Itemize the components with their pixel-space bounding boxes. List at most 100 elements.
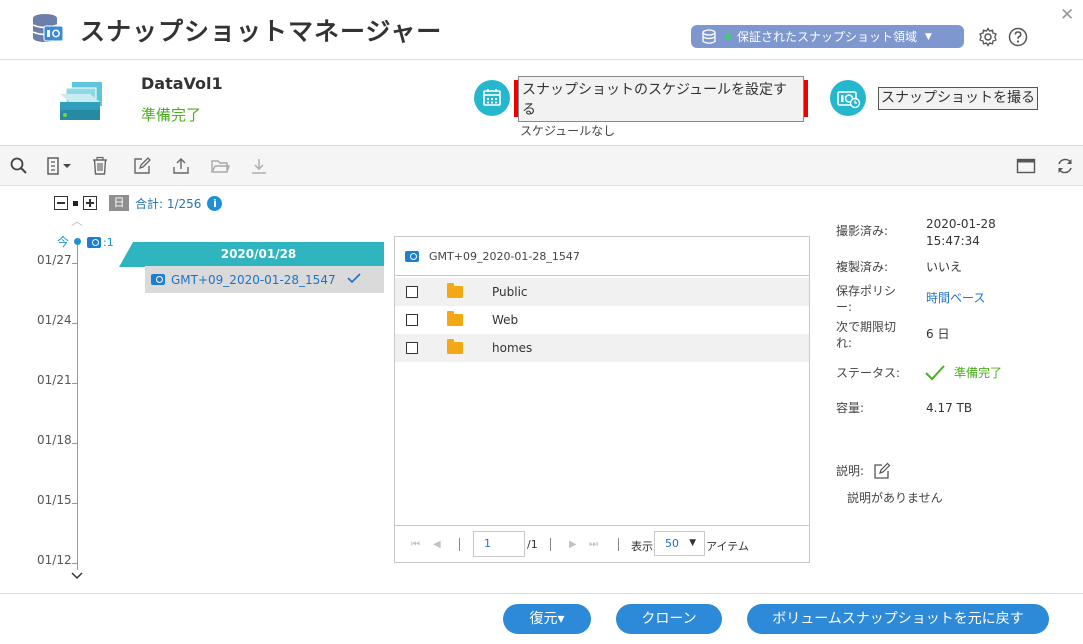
zoom-in-button[interactable] — [83, 196, 97, 210]
edit-description-icon[interactable] — [873, 462, 891, 480]
per-page-select[interactable]: 50 ▼ — [654, 531, 705, 556]
file-name: Public — [492, 285, 528, 299]
timeline-date: 01/27 — [37, 253, 72, 267]
page-total: /1 — [527, 538, 538, 551]
zoom-out-button[interactable] — [54, 196, 68, 210]
checkmark-icon — [346, 271, 362, 285]
timeline-tick — [72, 503, 78, 504]
refresh-icon[interactable] — [1055, 156, 1075, 176]
timeline-controls: 日 合計: 1/256 i — [54, 195, 223, 211]
capacity-value: 4.17 TB — [926, 401, 973, 415]
chevron-down-icon: ▼ — [925, 31, 932, 42]
panel-view-icon[interactable] — [1016, 156, 1036, 176]
volume-name: DataVol1 — [141, 74, 223, 93]
file-checkbox[interactable] — [406, 314, 418, 326]
column-toggle-icon[interactable] — [45, 156, 73, 176]
taken-date: 2020-01-28 — [926, 217, 996, 231]
close-icon[interactable]: ✕ — [1060, 5, 1074, 25]
trash-icon[interactable] — [90, 156, 110, 176]
file-checkbox[interactable] — [406, 342, 418, 354]
app-title: スナップショットマネージャー — [80, 17, 443, 46]
help-icon[interactable] — [1008, 27, 1028, 47]
status-label: ステータス: — [836, 366, 901, 380]
pool-selector-label: 保証されたスナップショット領域 — [737, 30, 918, 44]
file-checkbox[interactable] — [406, 286, 418, 298]
next-page-icon[interactable]: ▶ — [569, 539, 577, 550]
timeline-date: 01/12 — [37, 553, 72, 567]
download-icon[interactable] — [249, 156, 269, 176]
zoom-level-indicator — [73, 200, 78, 206]
taken-label: 撮影済み: — [836, 224, 889, 238]
per-page-value: 50 — [665, 537, 679, 550]
snapshot-icon — [87, 237, 101, 248]
chevron-down-icon[interactable] — [70, 569, 84, 583]
timeline-snapshot-count[interactable]: :1 — [87, 236, 114, 249]
timeline-date: 01/18 — [37, 433, 72, 447]
footer-actions: 復元▾ クローン ボリュームスナップショットを元に戻す — [0, 593, 1083, 644]
first-page-icon[interactable]: ⏮ — [411, 539, 420, 550]
timeline-date: 01/24 — [37, 313, 72, 327]
pagination-bar: ⏮ ◀ 1 /1 ▶ ⏭ 表示 50 ▼ アイテム — [395, 525, 809, 562]
folder-icon — [447, 283, 463, 298]
timeline-tick — [72, 263, 78, 264]
timeline-axis — [77, 240, 78, 570]
timeline-tick — [72, 563, 78, 564]
prev-page-icon[interactable]: ◀ — [433, 539, 441, 550]
snapshot-name: GMT+09_2020-01-28_1547 — [171, 272, 336, 287]
folder-open-icon[interactable] — [210, 156, 230, 176]
restore-button[interactable]: 復元▾ — [503, 604, 591, 634]
replicated-value: いいえ — [926, 260, 963, 274]
schedule-note: スケジュールなし — [520, 124, 616, 138]
pager-divider — [550, 538, 551, 551]
calendar-icon[interactable] — [474, 80, 510, 116]
replicated-label: 複製済み: — [836, 260, 889, 274]
file-name: Web — [492, 313, 519, 327]
description-label: 説明: — [836, 464, 865, 478]
volume-icon — [58, 80, 104, 122]
pool-status-dot — [725, 33, 731, 40]
snapshot-pool-selector[interactable]: 保証されたスナップショット領域 ▼ — [691, 25, 964, 48]
snapshot-manager-logo-icon — [30, 12, 64, 46]
file-row[interactable]: Public — [395, 278, 809, 306]
camera-icon[interactable] — [830, 80, 866, 116]
timeline-now-label: 今 — [57, 235, 70, 249]
file-row[interactable]: homes — [395, 334, 809, 362]
timeline-tick — [72, 383, 78, 384]
search-icon[interactable] — [9, 156, 29, 176]
snapshot-icon — [405, 250, 419, 262]
timeline-date: 01/15 — [37, 493, 72, 507]
expiry-value: 6 日 — [926, 327, 950, 341]
gear-icon[interactable] — [978, 27, 998, 47]
items-label: アイテム — [706, 540, 749, 553]
info-icon[interactable]: i — [207, 195, 223, 211]
file-row[interactable]: Web — [395, 306, 809, 334]
export-icon[interactable] — [171, 156, 191, 176]
chevron-up-icon[interactable]: ︿ — [71, 212, 83, 229]
folder-icon — [447, 339, 463, 354]
snapshot-list-item[interactable]: GMT+09_2020-01-28_1547 — [145, 266, 384, 293]
capacity-label: 容量: — [836, 401, 865, 415]
clone-button[interactable]: クローン — [616, 604, 722, 634]
revert-volume-button[interactable]: ボリュームスナップショットを元に戻す — [747, 604, 1049, 634]
snapshot-icon — [151, 274, 165, 285]
schedule-snapshot-button[interactable]: スナップショットのスケジュールを設定する — [514, 75, 808, 122]
expiry-label: 次で期限切 — [836, 320, 897, 334]
timeline-date: 01/21 — [37, 373, 72, 387]
edit-icon[interactable] — [132, 156, 152, 176]
chevron-down-icon: ▼ — [689, 538, 696, 548]
page-number-input[interactable]: 1 — [473, 531, 525, 557]
snapshot-manager-window: スナップショットマネージャー 保証されたスナップショット領域 ▼ ✕ DataV… — [0, 0, 1083, 644]
snapshot-total: 合計: 1/256 — [135, 196, 202, 211]
snapshot-file-browser: GMT+09_2020-01-28_1547 Public Web homes … — [394, 236, 810, 563]
taken-time: 15:47:34 — [926, 234, 980, 248]
schedule-snapshot-label: スナップショットのスケジュールを設定する — [518, 75, 804, 122]
retention-policy-value[interactable]: 時間ベース — [926, 290, 985, 306]
retention-policy-label-cont: ー: — [836, 300, 853, 314]
expiry-label-cont: れ: — [836, 336, 853, 350]
timeline-count-label: :1 — [103, 236, 114, 249]
take-snapshot-button[interactable]: スナップショットを撮る — [878, 87, 1038, 110]
last-page-icon[interactable]: ⏭ — [589, 539, 598, 550]
day-scale-button[interactable]: 日 — [109, 195, 129, 211]
description-value: 説明がありません — [847, 491, 943, 505]
volume-info-bar: DataVol1 準備完了 スナップショットのスケジュールを設定する スケジュー… — [0, 60, 1083, 146]
